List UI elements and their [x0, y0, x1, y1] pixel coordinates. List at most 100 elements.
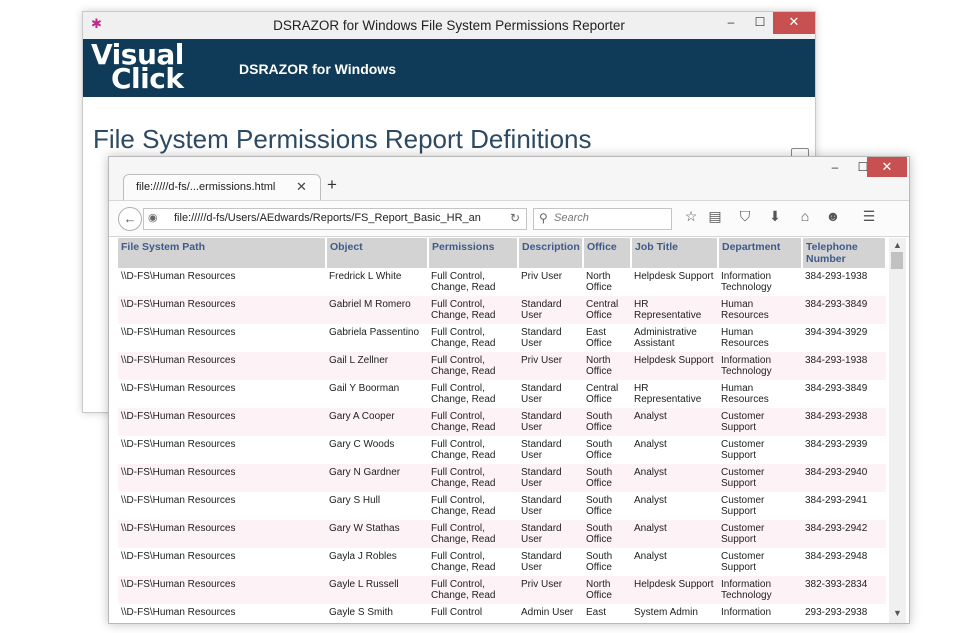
- table-cell: Information Technology: [721, 271, 772, 293]
- table-row[interactable]: \\D-FS\Human Resources Gary A Cooper Full …: [118, 408, 886, 436]
- table-cell: \\D-FS\Human Resources: [121, 383, 236, 394]
- table-cell: Information Technology: [718, 576, 802, 604]
- table-row[interactable]: \\D-FS\Human Resources Gary S Hull Full Co…: [118, 492, 886, 520]
- table-cell: \\D-FS\Human Resources: [121, 551, 236, 562]
- table-cell: 394-394-3929: [805, 327, 868, 338]
- table-cell: North Office: [583, 352, 631, 380]
- table-row[interactable]: \\D-FS\Human Resources Fredrick L White Fu…: [118, 268, 886, 296]
- column-header-description[interactable]: Description: [518, 238, 584, 268]
- maximize-button[interactable]: ☐: [745, 12, 775, 34]
- table-cell: 384-293-2942: [802, 520, 886, 548]
- table-row[interactable]: \\D-FS\Human Resources Gayla J Robles Full…: [118, 548, 886, 576]
- table-cell: Full Control, Change, Read: [428, 408, 518, 436]
- table-cell: Full Control, Change, Read: [431, 439, 496, 461]
- search-icon: ⚲: [539, 211, 548, 225]
- table-row[interactable]: \\D-FS\Human Resources Gary C Woods Full C…: [118, 436, 886, 464]
- table-row[interactable]: \\D-FS\Human Resources Gail Y Boorman Full…: [118, 380, 886, 408]
- scroll-down-arrow-icon[interactable]: ▼: [893, 608, 902, 618]
- reading-list-icon[interactable]: ▤: [705, 208, 725, 225]
- table-cell: System Admin: [634, 607, 698, 618]
- table-cell: South Office: [586, 439, 613, 461]
- browser-close-button[interactable]: ✕: [867, 157, 907, 177]
- column-header-job-title[interactable]: Job Title: [631, 238, 719, 268]
- column-header-office[interactable]: Office: [583, 238, 632, 268]
- table-cell: Gabriel M Romero: [326, 296, 428, 324]
- browser-tabstrip: – ☐ ✕ file://///d-fs/...ermissions.html …: [109, 157, 909, 201]
- visual-click-logo: Visual Click: [91, 41, 209, 95]
- table-cell: Gail L Zellner: [326, 352, 428, 380]
- download-arrow-icon[interactable]: ⬇: [765, 208, 785, 225]
- address-bar[interactable]: ◉ file://///d-fs/Users/AEdwards/Reports/…: [143, 208, 527, 230]
- table-row[interactable]: \\D-FS\Human Resources Gary W Stathas Full…: [118, 520, 886, 548]
- table-cell: 384-293-1938: [802, 352, 886, 380]
- table-cell: Standard User: [521, 439, 562, 461]
- table-cell: Analyst: [634, 439, 667, 450]
- page-heading: File System Permissions Report Definitio…: [93, 124, 592, 154]
- table-cell: \\D-FS\Human Resources: [118, 576, 326, 604]
- table-cell: 384-293-1938: [805, 271, 868, 282]
- table-cell: Customer Support: [721, 439, 765, 461]
- table-cell: Customer Support: [718, 520, 802, 548]
- permissions-table: File System Path Object Permissions Desc…: [118, 238, 886, 623]
- table-cell: Human Resources: [721, 383, 769, 405]
- table-cell: \\D-FS\Human Resources: [121, 271, 236, 282]
- table-row[interactable]: \\D-FS\Human Resources Gabriel M Romero Fu…: [118, 296, 886, 324]
- table-row[interactable]: \\D-FS\Human Resources Gayle L Russell Ful…: [118, 576, 886, 604]
- column-header-path[interactable]: File System Path: [118, 238, 327, 268]
- table-cell: Customer Support: [721, 551, 765, 573]
- table-row[interactable]: \\D-FS\Human Resources Gail L Zellner Full…: [118, 352, 886, 380]
- table-cell: Full Control, Change, Read: [431, 327, 496, 349]
- hamburger-menu-icon[interactable]: ☰: [859, 208, 879, 225]
- new-tab-button[interactable]: +: [327, 175, 337, 195]
- table-cell: 382-393-2834: [802, 576, 886, 604]
- globe-icon: ◉: [148, 212, 158, 224]
- home-icon[interactable]: ⌂: [795, 208, 815, 224]
- table-row[interactable]: \\D-FS\Human Resources Gabriela Passentin…: [118, 324, 886, 352]
- close-button[interactable]: ✕: [773, 12, 815, 34]
- column-header-permissions[interactable]: Permissions: [428, 238, 519, 268]
- table-cell: \\D-FS\Human Resources: [118, 520, 326, 548]
- url-text: file://///d-fs/Users/AEdwards/Reports/FS…: [174, 212, 481, 224]
- dsrazor-window-title: DSRAZOR for Windows File System Permissi…: [273, 18, 625, 33]
- vertical-scrollbar[interactable]: ▲ ▼: [889, 238, 906, 623]
- search-input[interactable]: ⚲ Search: [533, 208, 672, 230]
- table-cell: Gayle S Smith: [329, 607, 393, 618]
- table-cell: HR Representative: [631, 296, 718, 324]
- table-cell: \\D-FS\Human Resources: [121, 607, 236, 618]
- table-row[interactable]: \\D-FS\Human Resources Gary N Gardner Full…: [118, 464, 886, 492]
- table-cell: Administrative Assistant: [634, 327, 697, 349]
- chat-icon[interactable]: ☻: [823, 208, 843, 224]
- table-cell: Standard User: [518, 520, 583, 548]
- table-cell: Gary A Cooper: [326, 408, 428, 436]
- browser-minimize-button[interactable]: –: [821, 157, 849, 177]
- scroll-up-arrow-icon[interactable]: ▲: [893, 240, 902, 250]
- table-cell: Standard User: [521, 495, 562, 517]
- table-cell: \\D-FS\Human Resources: [118, 352, 326, 380]
- table-cell: Full Control, Change, Read: [428, 520, 518, 548]
- table-cell: South Office: [583, 408, 631, 436]
- table-cell: 384-293-2938: [802, 408, 886, 436]
- table-cell: 384-293-3849: [805, 383, 868, 394]
- scrollbar-thumb[interactable]: [891, 252, 903, 269]
- table-cell: North Office: [583, 576, 631, 604]
- table-cell: East: [586, 607, 607, 618]
- table-cell: Helpdesk Support: [631, 576, 718, 604]
- dsrazor-titlebar[interactable]: ✱ DSRAZOR for Windows File System Permis…: [83, 12, 815, 39]
- pocket-icon[interactable]: ⛉: [735, 208, 755, 225]
- column-header-telephone[interactable]: Telephone Number: [802, 238, 886, 268]
- table-cell: Customer Support: [721, 495, 765, 517]
- tab-close-icon[interactable]: ✕: [296, 179, 307, 195]
- column-header-department[interactable]: Department: [718, 238, 803, 268]
- reload-icon[interactable]: ↻: [510, 211, 520, 225]
- browser-tab[interactable]: file://///d-fs/...ermissions.html ✕: [123, 174, 321, 201]
- table-cell: Standard User: [518, 464, 583, 492]
- table-row[interactable]: \\D-FS\Human Resources Gayle S Smith Full …: [118, 604, 886, 623]
- column-header-object[interactable]: Object: [326, 238, 429, 268]
- table-cell: Priv User: [521, 271, 563, 282]
- table-cell: South Office: [583, 520, 631, 548]
- table-cell: 293-293-2938: [805, 607, 868, 618]
- minimize-button[interactable]: –: [716, 12, 746, 34]
- bookmark-star-icon[interactable]: ☆: [681, 208, 701, 225]
- back-arrow-icon[interactable]: ←: [118, 207, 142, 231]
- table-cell: South Office: [586, 551, 613, 573]
